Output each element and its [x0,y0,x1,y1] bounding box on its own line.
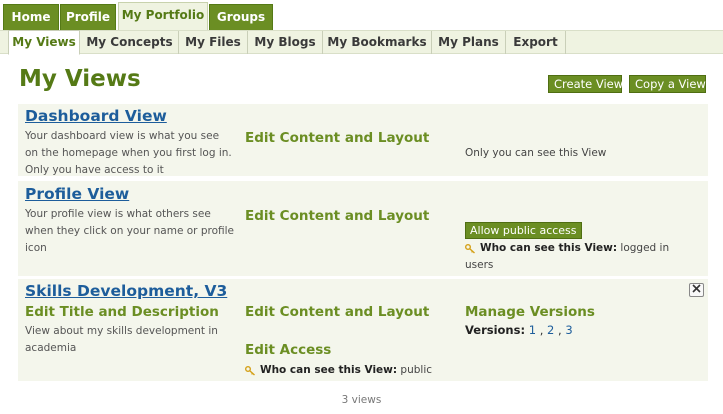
view-title-link[interactable]: Skills Development, V3 [25,282,227,300]
view-description: Your profile view is what others see whe… [25,208,235,254]
view-access-text: Only you can see this View [465,147,607,159]
view-description: View about my skills development in acad… [25,325,218,354]
edit-content-layout-link[interactable]: Edit Content and Layout [245,304,429,320]
version-link[interactable]: 2 [547,323,554,337]
edit-content-layout-link[interactable]: Edit Content and Layout [245,208,429,224]
access-label: Who can see this View: [480,242,618,254]
view-description: Your dashboard view is what you see on t… [25,130,232,176]
versions-list: Versions: 1 , 2 , 3 [465,323,573,337]
edit-content-layout-link[interactable]: Edit Content and Layout [245,130,429,146]
tab-home[interactable]: Home [3,4,59,30]
delete-view-button[interactable] [689,283,704,297]
tab-my-portfolio[interactable]: My Portfolio [118,2,208,30]
view-row-dashboard: Dashboard View Your dashboard view is wh… [18,104,708,176]
tab-profile[interactable]: Profile [60,4,116,30]
version-link[interactable]: 1 [529,323,536,337]
versions-label: Versions: [465,323,526,337]
access-label: Who can see this View: [260,364,398,376]
view-count: 3 views [341,394,382,406]
page-title: My Views [19,66,141,92]
subtab-export[interactable]: Export [506,31,566,54]
key-icon [245,365,256,376]
version-link[interactable]: 3 [565,323,572,337]
key-icon [465,243,476,254]
subtab-my-blogs[interactable]: My Blogs [248,31,323,54]
view-row-profile: Profile View Your profile view is what o… [18,181,708,276]
view-title-link[interactable]: Profile View [25,185,129,203]
view-access-info: Who can see this View: public [245,362,465,379]
tab-groups[interactable]: Groups [209,4,273,30]
close-icon [692,284,701,293]
view-access-info: Who can see this View: logged in users [465,240,685,274]
manage-versions-link[interactable]: Manage Versions [465,304,595,320]
edit-title-description-link[interactable]: Edit Title and Description [25,304,219,320]
version-separator: , [539,323,544,337]
top-navigation: Home Profile My Portfolio Groups [0,0,723,30]
allow-public-access-button[interactable]: Allow public access [465,222,582,239]
create-view-button[interactable]: Create View [548,75,623,93]
sub-navigation: My Views My Concepts My Files My Blogs M… [0,30,723,55]
subtab-my-views[interactable]: My Views [8,30,80,55]
edit-access-link[interactable]: Edit Access [245,342,331,358]
subtab-my-files[interactable]: My Files [179,31,248,54]
copy-view-button[interactable]: Copy a View [629,75,706,93]
version-separator: , [558,323,562,337]
view-row-skills-development: Skills Development, V3 Edit Title and De… [18,279,708,381]
subtab-my-concepts[interactable]: My Concepts [81,31,179,54]
view-title-link[interactable]: Dashboard View [25,107,167,125]
subtab-my-bookmarks[interactable]: My Bookmarks [323,31,432,54]
access-value: public [400,364,433,376]
subtab-my-plans[interactable]: My Plans [432,31,506,54]
